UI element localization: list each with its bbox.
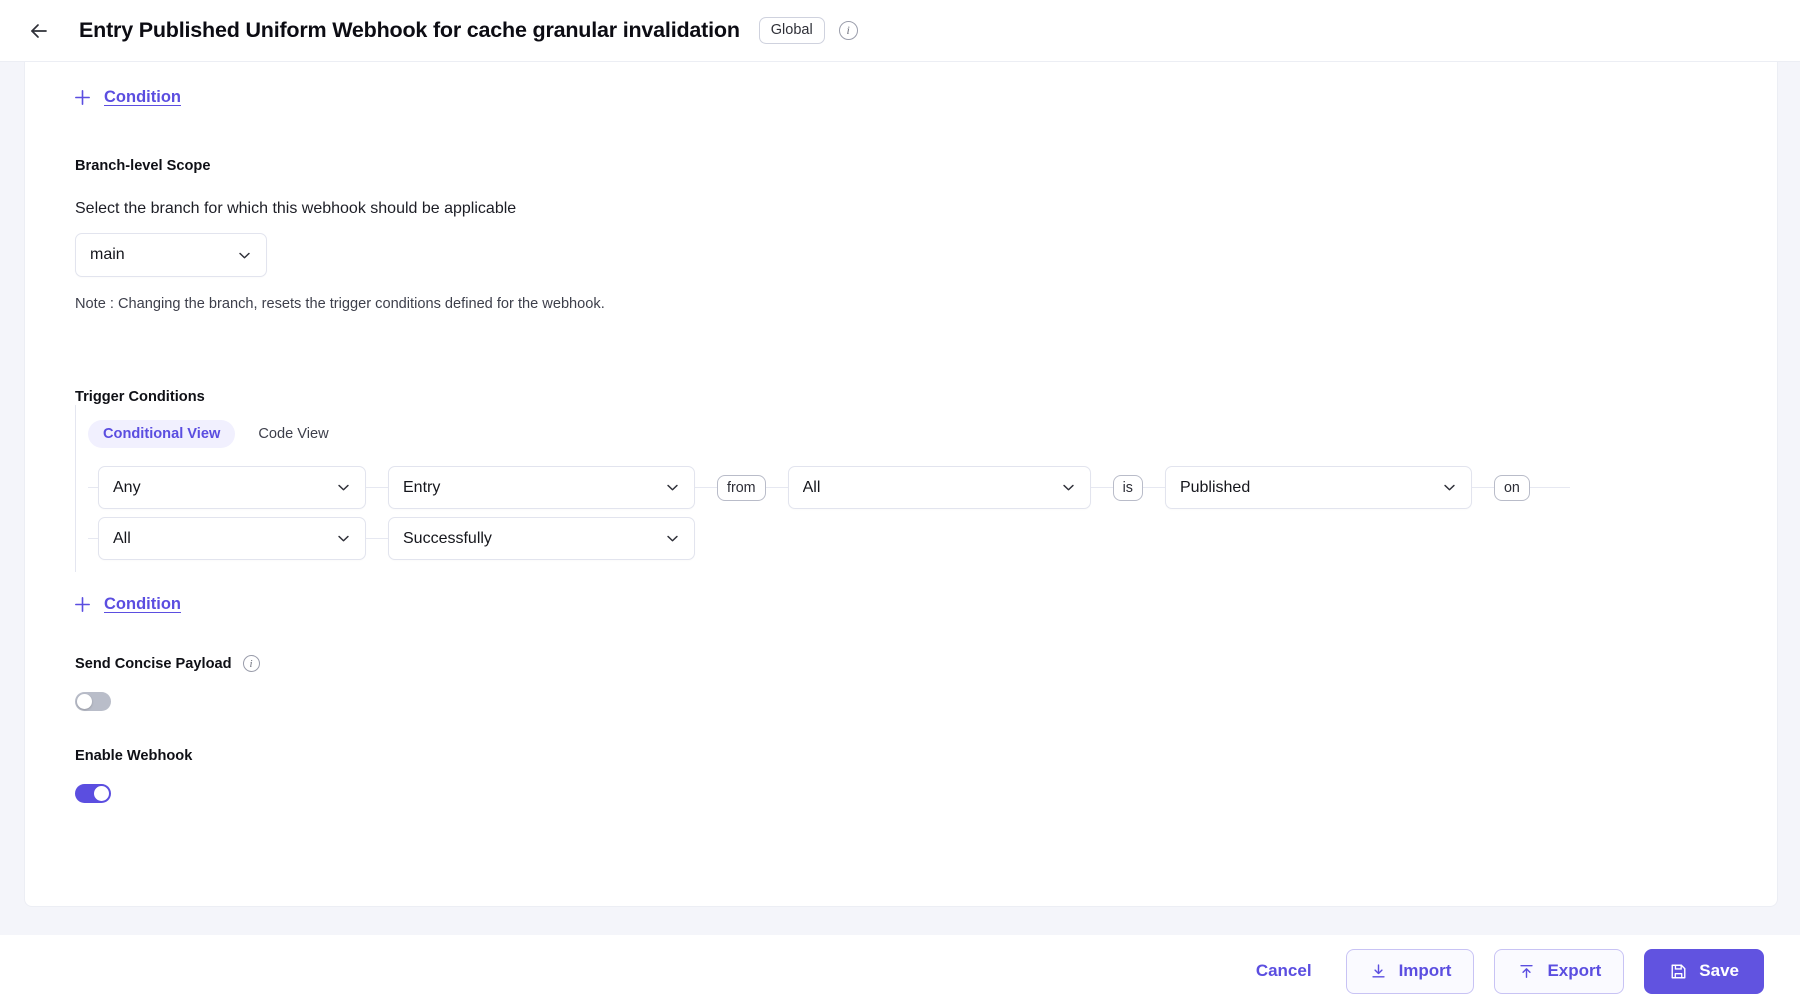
chevron-down-icon (1062, 484, 1074, 491)
page-title: Entry Published Uniform Webhook for cach… (79, 18, 740, 42)
connector-line (366, 538, 388, 539)
branch-scope-section: Branch-level Scope Select the branch for… (75, 158, 605, 312)
page-header: Entry Published Uniform Webhook for cach… (0, 0, 1800, 62)
info-icon[interactable]: i (838, 21, 858, 40)
connector-line (88, 487, 98, 488)
enable-webhook-section: Enable Webhook (75, 748, 192, 808)
send-concise-payload-label: Send Concise Payload (75, 655, 232, 672)
info-icon[interactable]: i (242, 655, 260, 672)
webhook-form-card: Condition Branch-level Scope Select the … (24, 62, 1778, 907)
branch-scope-label: Branch-level Scope (75, 158, 211, 174)
save-label: Save (1699, 961, 1739, 980)
chevron-down-icon (338, 535, 349, 542)
branch-scope-description: Select the branch for which this webhook… (75, 200, 517, 217)
trigger-view-tabs: Conditional View Code View (88, 418, 1675, 450)
connector-line (1529, 487, 1570, 488)
condition-select-value: All (802, 478, 821, 496)
condition-row: All Successfully (88, 517, 1675, 560)
cancel-button[interactable]: Cancel (1242, 949, 1326, 994)
trigger-conditions-rail: Conditional View Code View Any Entry from A… (75, 405, 1675, 572)
upload-icon (1520, 964, 1534, 978)
plus-icon (75, 597, 90, 612)
chevron-down-icon (338, 484, 349, 491)
branch-select-value: main (90, 246, 125, 263)
toggle-knob (77, 694, 92, 709)
webhook-configuration-page: Entry Published Uniform Webhook for cach… (0, 0, 1800, 1007)
condition-operator-chip[interactable]: is (1112, 474, 1143, 501)
condition-select-value: Entry (403, 478, 441, 496)
add-condition-button[interactable]: Condition (73, 595, 181, 614)
save-floppy-icon (1671, 964, 1686, 978)
scope-badge[interactable]: Global (758, 16, 825, 45)
connector-line (1471, 487, 1494, 488)
send-concise-payload-section: Send Concise Payload i (75, 655, 260, 716)
download-icon (1371, 963, 1385, 978)
condition-select[interactable]: Successfully (388, 517, 695, 560)
branch-select[interactable]: main (75, 233, 267, 277)
import-label: Import (1398, 961, 1452, 980)
tab-code-view[interactable]: Code View (243, 420, 343, 449)
chevron-down-icon (667, 535, 678, 542)
save-button[interactable]: Save (1644, 948, 1764, 994)
branch-change-note: Note : Changing the branch, resets the t… (75, 296, 605, 312)
condition-select[interactable]: All (98, 517, 366, 560)
connector-line (366, 487, 388, 488)
send-concise-payload-toggle[interactable] (75, 692, 111, 711)
condition-operator-chip[interactable]: on (1493, 474, 1530, 501)
plus-icon (75, 90, 90, 105)
chevron-down-icon (1444, 484, 1455, 491)
arrow-left-icon (31, 23, 47, 38)
chevron-down-icon (239, 252, 250, 258)
add-condition-label: Condition (104, 595, 181, 613)
export-label: Export (1547, 961, 1602, 980)
enable-webhook-toggle[interactable] (75, 784, 111, 803)
connector-line (765, 487, 788, 488)
connector-line (1142, 487, 1165, 488)
condition-select-value: All (113, 529, 131, 547)
trigger-conditions-label: Trigger Conditions (75, 389, 205, 405)
connector-line (695, 487, 717, 488)
import-button[interactable]: Import (1345, 948, 1475, 994)
condition-select[interactable]: Entry (388, 466, 695, 509)
tab-conditional-view[interactable]: Conditional View (88, 419, 236, 449)
condition-row: Any Entry from All is Published on (88, 466, 1675, 509)
condition-select-value: Published (1179, 478, 1251, 496)
toggle-knob (94, 786, 109, 801)
condition-select[interactable]: All (787, 466, 1091, 509)
connector-line (1090, 487, 1113, 488)
condition-operator-chip[interactable]: from (717, 474, 766, 501)
condition-select-value: Any (113, 478, 141, 496)
condition-select[interactable]: Published (1164, 466, 1472, 509)
add-condition-button-top[interactable]: Condition (73, 88, 181, 107)
add-condition-label-top: Condition (104, 88, 181, 106)
export-button[interactable]: Export (1494, 948, 1625, 994)
enable-webhook-label: Enable Webhook (75, 748, 193, 764)
trigger-conditions-section: Trigger Conditions Conditional View Code… (75, 389, 1675, 619)
back-button[interactable] (22, 14, 56, 48)
condition-select-value: Successfully (403, 529, 492, 547)
form-footer: Cancel Import Export Save (0, 935, 1800, 1007)
connector-line (88, 538, 98, 539)
condition-rows: Any Entry from All is Published on All Successfu… (88, 450, 1675, 560)
condition-select[interactable]: Any (98, 466, 366, 509)
chevron-down-icon (667, 484, 678, 491)
